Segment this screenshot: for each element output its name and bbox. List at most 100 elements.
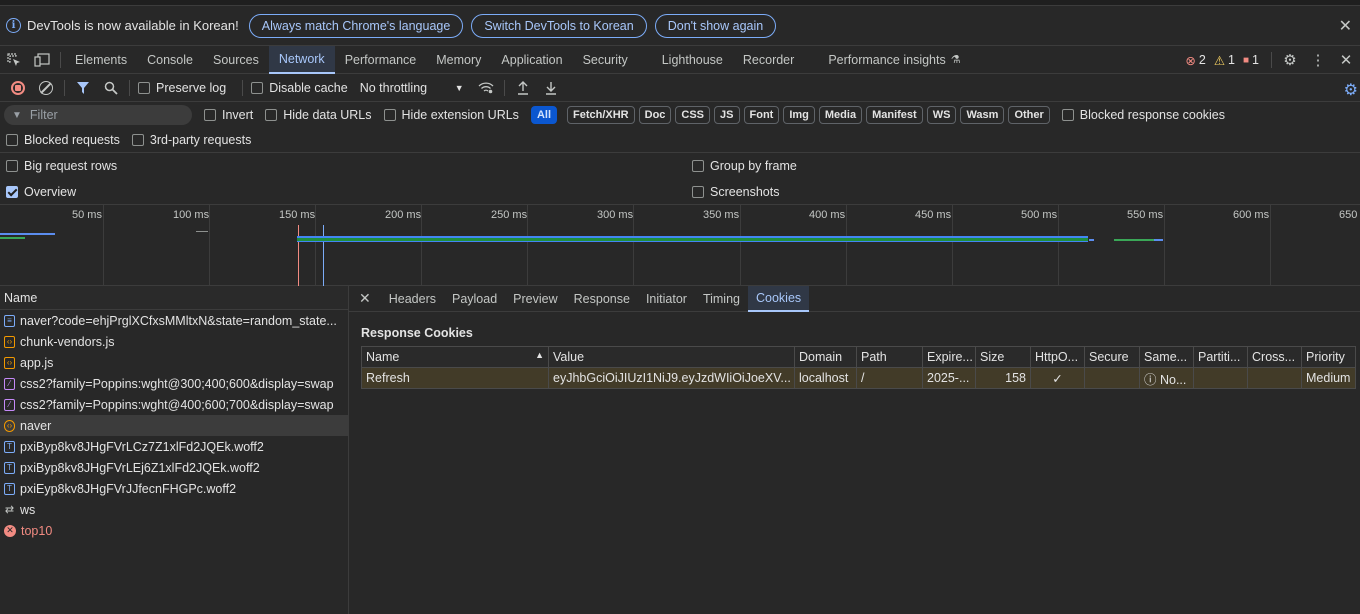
detail-tab-initiator[interactable]: Initiator [638,286,695,312]
type-filter-ws[interactable]: WS [926,106,957,124]
big-request-rows-checkbox[interactable]: Big request rows [6,159,117,173]
column-header[interactable]: Size [975,346,1031,368]
group-by-frame-box[interactable] [692,160,704,172]
tab-lighthouse[interactable]: Lighthouse [652,46,733,74]
filter-input[interactable]: ▼ Filter [4,105,192,125]
detail-tab-response[interactable]: Response [566,286,638,312]
device-toolbar-icon[interactable] [28,52,56,67]
tab-performance[interactable]: Performance [335,46,427,74]
screenshots-checkbox[interactable]: Screenshots [692,185,779,199]
cookie-row[interactable]: Refresh eyJhbGciOiJIUzI1NiJ9.eyJzdWIiOiJ… [361,367,1356,389]
column-header[interactable]: Secure [1084,346,1140,368]
type-filter-wasm[interactable]: Wasm [960,106,1005,124]
type-filter-manifest[interactable]: Manifest [866,106,923,124]
disable-cache-checkbox[interactable]: Disable cache [251,81,348,95]
detail-tab-preview[interactable]: Preview [505,286,565,312]
type-filter-css[interactable]: CSS [675,106,711,124]
type-filter-other[interactable]: Other [1008,106,1050,124]
overview-box[interactable] [6,186,18,198]
column-header[interactable]: Priority [1301,346,1356,368]
third-party-requests-checkbox[interactable]: 3rd-party requests [131,133,251,147]
request-row[interactable]: ‹› chunk-vendors.js [0,331,348,352]
tab-performance-insights[interactable]: Performance insights ⚗ [818,46,970,74]
network-settings-gear-icon[interactable]: ⚙ [1344,80,1358,100]
filter-funnel-icon[interactable] [69,74,97,102]
detail-tab-payload[interactable]: Payload [444,286,505,312]
blocked-response-cookies-box[interactable] [1061,109,1074,121]
tab-memory[interactable]: Memory [426,46,491,74]
hide-data-urls-box[interactable] [265,109,278,121]
overview-checkbox[interactable]: Overview [6,185,76,199]
record-stop-icon[interactable] [4,74,32,102]
more-options-icon[interactable]: ⋮ [1304,51,1332,69]
request-row[interactable]: ⁄ css2?family=Poppins:wght@300;400;600&di… [0,373,348,394]
column-header[interactable]: Expire... [922,346,976,368]
request-row[interactable]: TpxiByp8kv8JHgFVrLCz7Z1xlFd2JQEk.woff2 [0,436,348,457]
timeline-overview[interactable]: 50 ms 100 ms 150 ms 200 ms 250 ms 300 ms… [0,205,1360,286]
column-header[interactable]: Partiti... [1193,346,1248,368]
tab-recorder[interactable]: Recorder [733,46,804,74]
type-filter-all[interactable]: All [530,106,557,124]
third-party-requests-box[interactable] [131,134,144,146]
hide-extension-urls-box[interactable] [383,109,396,121]
dont-show-again-button[interactable]: Don't show again [654,13,777,38]
column-header[interactable]: Path [856,346,923,368]
request-row[interactable]: ⇄ ws [0,499,348,520]
blocked-response-cookies-checkbox[interactable]: Blocked response cookies [1061,108,1225,122]
issues-badge[interactable]: ■ 1 [1243,53,1259,67]
blocked-requests-box[interactable] [6,134,18,146]
type-filter-fetch-xhr[interactable]: Fetch/XHR [567,106,635,124]
close-infobar-icon[interactable]: ✕ [1339,16,1352,36]
close-devtools-icon[interactable]: ✕ [1332,51,1360,69]
preserve-log-box[interactable] [138,81,150,94]
switch-to-korean-button[interactable]: Switch DevTools to Korean [471,13,647,38]
type-filter-media[interactable]: Media [818,106,863,124]
request-row[interactable]: ≡ naver?code=ehjPrglXCfxsMMltxN&state=ran… [0,310,348,331]
column-header[interactable]: Name ▲ [361,346,549,368]
request-row-error[interactable]: ✕ top10 [0,520,348,541]
tab-elements[interactable]: Elements [65,46,137,74]
column-header[interactable]: Domain [794,346,857,368]
warnings-badge[interactable]: ⚠ 1 [1214,53,1235,68]
group-by-frame-checkbox[interactable]: Group by frame [692,159,797,173]
hide-extension-urls-checkbox[interactable]: Hide extension URLs [383,108,519,122]
tab-network[interactable]: Network [268,45,335,74]
request-row[interactable]: ‹› app.js [0,352,348,373]
type-filter-font[interactable]: Font [743,106,780,124]
detail-tab-cookies[interactable]: Cookies [747,285,810,312]
throttling-select[interactable]: No throttling ▼ [360,81,464,95]
tab-security[interactable]: Security [573,46,638,74]
big-request-rows-box[interactable] [6,160,18,172]
detail-tab-headers[interactable]: Headers [381,286,444,312]
disable-cache-box[interactable] [251,81,264,94]
type-filter-img[interactable]: Img [783,106,815,124]
errors-badge[interactable]: ⊗ 2 [1185,53,1205,68]
inspect-element-icon[interactable] [0,52,28,67]
column-header[interactable]: Cross... [1247,346,1302,368]
tab-console[interactable]: Console [137,46,203,74]
type-filter-doc[interactable]: Doc [638,106,672,124]
search-icon[interactable] [97,74,125,102]
invert-box[interactable] [204,109,216,121]
request-list-header[interactable]: Name [0,286,348,310]
tab-sources[interactable]: Sources [203,46,269,74]
request-row[interactable]: TpxiByp8kv8JHgFVrLEj6Z1xlFd2JQEk.woff2 [0,457,348,478]
blocked-requests-checkbox[interactable]: Blocked requests [6,133,120,147]
detail-tab-timing[interactable]: Timing [695,286,748,312]
settings-gear-icon[interactable]: ⚙ [1276,51,1304,69]
network-conditions-wifi-icon[interactable] [472,74,500,102]
type-filter-js[interactable]: JS [714,106,740,124]
preserve-log-checkbox[interactable]: Preserve log [138,81,226,95]
screenshots-box[interactable] [692,186,704,198]
export-har-download-icon[interactable] [537,74,565,102]
tab-application[interactable]: Application [491,46,572,74]
close-detail-icon[interactable]: ✕ [349,286,381,312]
request-row[interactable]: TpxiEyp8kv8JHgFVrJJfecnFHGPc.woff2 [0,478,348,499]
match-chrome-language-button[interactable]: Always match Chrome's language [248,13,464,38]
clear-icon[interactable] [32,74,60,102]
invert-checkbox[interactable]: Invert [204,108,253,122]
column-header[interactable]: Same... [1139,346,1194,368]
column-header[interactable]: HttpO... [1030,346,1085,368]
import-har-upload-icon[interactable] [509,74,537,102]
column-header[interactable]: Value [548,346,795,368]
